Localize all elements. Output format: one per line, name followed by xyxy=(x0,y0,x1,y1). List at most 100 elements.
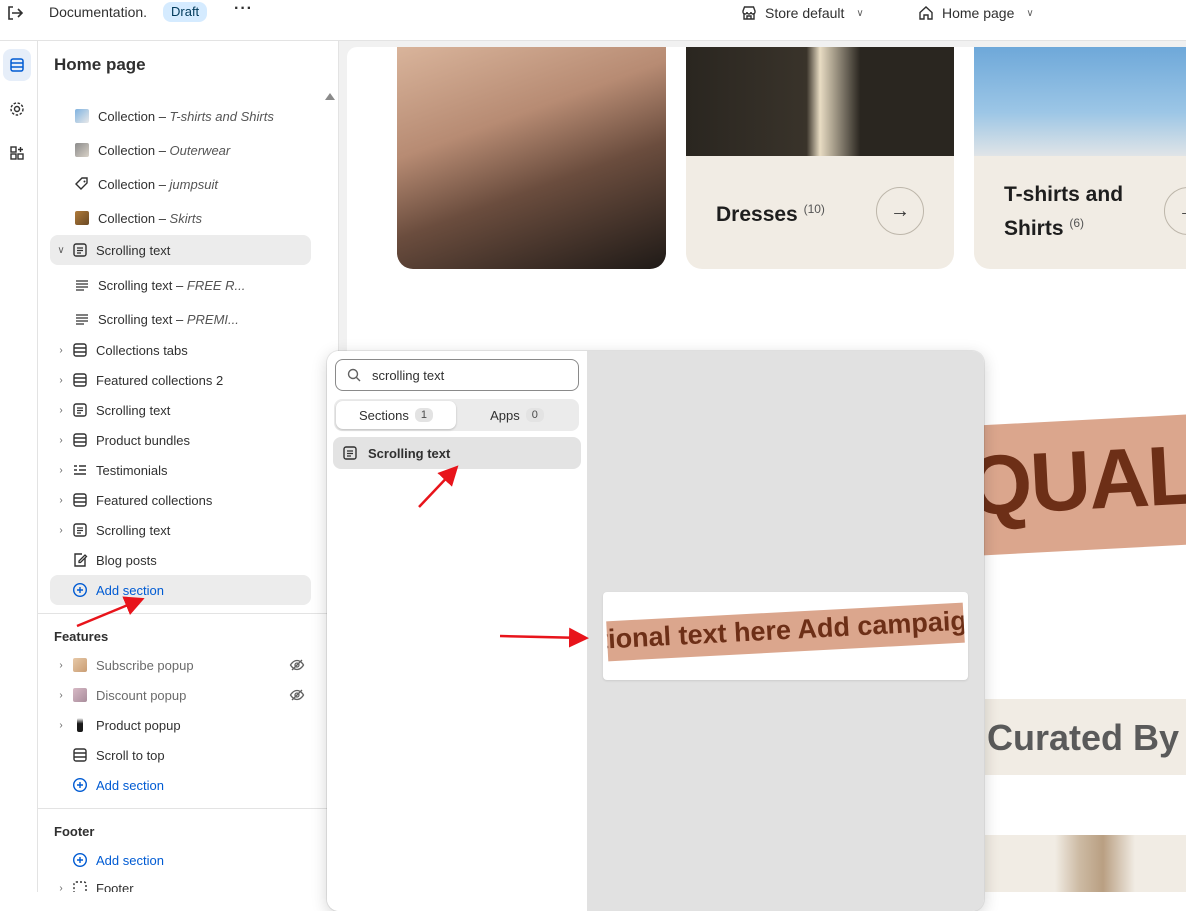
search-value: scrolling text xyxy=(372,367,445,383)
collection-title: Dresses xyxy=(716,203,798,226)
chevron-right-icon[interactable]: › xyxy=(50,435,72,446)
section-testimonials[interactable]: › Testimonials xyxy=(50,455,311,485)
section-product-bundles[interactable]: › Product bundles xyxy=(50,425,311,455)
layout-section-icon xyxy=(72,432,88,448)
tab-apps[interactable]: Apps 0 xyxy=(457,401,577,429)
section-preview-card: tional text here Add campaig xyxy=(603,592,968,680)
add-footer-section-button[interactable]: Add section xyxy=(50,845,311,875)
page-selector[interactable]: Home page ∨ xyxy=(918,2,1034,24)
preview-scrolling-strip: tional text here Add campaig xyxy=(606,602,965,662)
popup-thumbnail xyxy=(73,658,87,672)
scroll-up-icon[interactable] xyxy=(325,93,335,100)
scrolling-text-banner: QUAL xyxy=(969,412,1186,556)
collection-title-line1: T-shirts and xyxy=(1004,183,1124,206)
text-section-icon xyxy=(72,402,88,418)
section-collections-tabs[interactable]: › Collections tabs xyxy=(50,335,311,365)
row-label: Product popup xyxy=(96,717,181,733)
section-search-input[interactable]: scrolling text xyxy=(335,359,579,391)
sections-sidebar: Home page Collection – T-shirts and Shir… xyxy=(38,41,339,892)
collection-thumbnail xyxy=(75,211,89,225)
row-name: T-shirts and Shirts xyxy=(169,108,274,124)
collection-card-tshirts[interactable]: T-shirts and Shirts (6) → xyxy=(974,47,1186,269)
popup-thumbnail xyxy=(77,718,83,732)
text-lines-icon xyxy=(74,311,90,327)
tab-sections[interactable]: Sections 1 xyxy=(336,401,456,429)
section-footer[interactable]: › Footer xyxy=(50,873,311,892)
chevron-right-icon[interactable]: › xyxy=(50,660,72,671)
scrolling-text-block-1[interactable]: Scrolling text – FREE R... xyxy=(74,270,311,300)
page-title: Home page xyxy=(54,55,146,74)
row-label: Add section xyxy=(96,852,164,868)
eye-hidden-icon[interactable] xyxy=(289,657,305,676)
collection-image xyxy=(974,47,1186,156)
tab-label: Apps xyxy=(490,407,520,423)
feature-discount-popup[interactable]: › Discount popup xyxy=(50,680,311,710)
row-label: Scrolling text xyxy=(96,402,171,418)
eye-hidden-icon[interactable] xyxy=(289,687,305,706)
collection-card-image[interactable] xyxy=(397,47,666,269)
chevron-down-icon[interactable]: ∨ xyxy=(50,245,72,256)
section-scrolling-text-2[interactable]: › Scrolling text xyxy=(50,395,311,425)
collection-count: (6) xyxy=(1069,216,1085,230)
row-label: Featured collections 2 xyxy=(96,372,224,388)
row-label: Discount popup xyxy=(96,687,187,703)
row-label: Scrolling text xyxy=(96,242,171,258)
store-selector[interactable]: Store default ∨ xyxy=(741,2,864,24)
search-result-scrolling-text[interactable]: Scrolling text xyxy=(333,437,581,469)
row-label: Add section xyxy=(96,582,164,598)
layout-section-icon xyxy=(72,492,88,508)
arrow-right-icon[interactable]: → xyxy=(1164,187,1186,235)
chevron-right-icon[interactable]: › xyxy=(50,690,72,701)
collection-block-skirts[interactable]: Collection – Skirts xyxy=(74,203,311,233)
collection-block-jumpsuit[interactable]: Collection – jumpsuit xyxy=(74,169,311,199)
add-feature-section-button[interactable]: Add section xyxy=(50,770,311,800)
section-scrolling-text-3[interactable]: › Scrolling text xyxy=(50,515,311,545)
dashed-section-icon xyxy=(72,880,88,892)
section-picker-list: scrolling text Sections 1 Apps 0 Scrolli… xyxy=(327,351,587,911)
tab-count: 0 xyxy=(525,408,544,422)
popup-thumbnail xyxy=(73,688,87,702)
collection-thumbnail xyxy=(75,109,89,123)
row-label: Featured collections xyxy=(96,492,213,508)
exit-icon[interactable] xyxy=(4,4,24,22)
collection-block-tshirts[interactable]: Collection – T-shirts and Shirts xyxy=(74,101,311,131)
chevron-right-icon[interactable]: › xyxy=(50,405,72,416)
section-scrolling-text-expanded[interactable]: ∨ Scrolling text xyxy=(50,235,311,265)
chevron-right-icon[interactable]: › xyxy=(50,525,72,536)
tag-icon xyxy=(74,176,90,192)
add-section-button[interactable]: Add section xyxy=(50,575,311,605)
chevron-right-icon[interactable]: › xyxy=(50,345,72,356)
more-actions-button[interactable]: ··· xyxy=(234,0,253,18)
scrolling-text-block-2[interactable]: Scrolling text – PREMI... xyxy=(74,304,311,334)
chevron-right-icon[interactable]: › xyxy=(50,495,72,506)
chevron-right-icon[interactable]: › xyxy=(50,375,72,386)
row-label: Blog posts xyxy=(96,552,157,568)
feature-product-popup[interactable]: › Product popup xyxy=(50,710,311,740)
row-name: jumpsuit xyxy=(169,176,218,192)
row-label: Scrolling text xyxy=(96,522,171,538)
chevron-right-icon[interactable]: › xyxy=(50,720,72,731)
apps-tab[interactable] xyxy=(3,137,31,169)
row-name: PREMI... xyxy=(186,311,239,327)
row-label: Testimonials xyxy=(96,462,168,478)
section-featured-collections[interactable]: › Featured collections xyxy=(50,485,311,515)
layout-section-icon xyxy=(72,372,88,388)
collection-thumbnail xyxy=(75,143,89,157)
theme-name: Documentation. xyxy=(49,4,148,20)
collection-card-dresses[interactable]: Dresses (10) → xyxy=(686,47,954,269)
section-blog-posts[interactable]: Blog posts xyxy=(50,545,311,575)
divider xyxy=(38,613,338,614)
feature-scroll-to-top[interactable]: Scroll to top xyxy=(50,740,311,770)
chevron-right-icon[interactable]: › xyxy=(50,883,72,893)
section-preview-pane: tional text here Add campaig xyxy=(587,351,984,911)
collection-block-outerwear[interactable]: Collection – Outerwear xyxy=(74,135,311,165)
section-featured-collections-2[interactable]: › Featured collections 2 xyxy=(50,365,311,395)
top-bar: Documentation. Draft ··· Store default ∨… xyxy=(0,0,1186,41)
sections-tab[interactable] xyxy=(3,49,31,81)
home-icon xyxy=(919,6,933,20)
row-name: Skirts xyxy=(169,210,203,226)
chevron-right-icon[interactable]: › xyxy=(50,465,72,476)
arrow-right-icon[interactable]: → xyxy=(876,187,924,235)
feature-subscribe-popup[interactable]: › Subscribe popup xyxy=(50,650,311,680)
theme-settings-tab[interactable] xyxy=(3,93,31,125)
